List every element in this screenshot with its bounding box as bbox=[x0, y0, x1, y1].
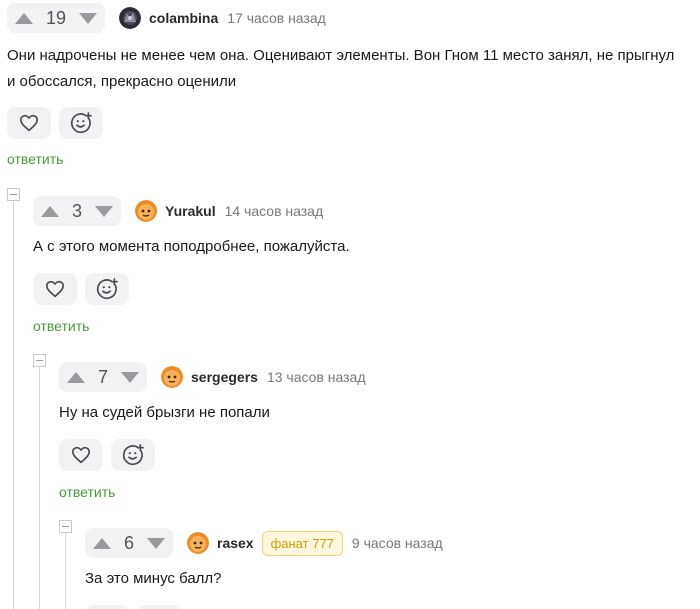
author-name[interactable]: Yurakul bbox=[165, 203, 216, 219]
vote-count: 6 bbox=[123, 532, 134, 553]
collapse-branch-button[interactable] bbox=[33, 354, 46, 367]
avatar[interactable] bbox=[119, 7, 141, 29]
heart-icon bbox=[20, 114, 38, 132]
comment-actions bbox=[7, 107, 103, 139]
like-button[interactable] bbox=[33, 273, 77, 305]
vote-count: 3 bbox=[71, 200, 82, 221]
avatar[interactable] bbox=[187, 532, 209, 554]
vote-widget: 7 bbox=[59, 362, 147, 392]
minus-box-icon bbox=[10, 194, 17, 195]
like-button[interactable] bbox=[59, 439, 103, 471]
emoji-add-icon bbox=[122, 444, 144, 466]
minus-box-icon bbox=[36, 360, 43, 361]
triangle-up-icon[interactable] bbox=[15, 12, 33, 24]
vote-count: 19 bbox=[45, 7, 67, 28]
comment-text-line: За это минус балл? bbox=[85, 570, 222, 587]
timestamp[interactable]: 9 часов назад bbox=[352, 535, 443, 551]
comment-actions bbox=[85, 605, 181, 609]
triangle-down-icon[interactable] bbox=[147, 537, 165, 549]
thread-line bbox=[13, 201, 14, 609]
collapse-branch-button[interactable] bbox=[7, 188, 20, 201]
comment-actions bbox=[33, 273, 129, 305]
comment-text-line: и обоссался, прекрасно оценили bbox=[7, 73, 237, 90]
emoji-add-icon bbox=[96, 278, 118, 300]
timestamp[interactable]: 13 часов назад bbox=[267, 369, 366, 385]
vote-widget: 3 bbox=[33, 196, 121, 226]
vote-widget: 6 bbox=[85, 528, 173, 558]
vote-count: 7 bbox=[97, 366, 108, 387]
triangle-up-icon[interactable] bbox=[67, 371, 85, 383]
comment-text-line: Ну на судей брызги не попали bbox=[59, 404, 270, 421]
triangle-down-icon[interactable] bbox=[121, 371, 139, 383]
triangle-up-icon[interactable] bbox=[41, 205, 59, 217]
timestamp[interactable]: 14 часов назад bbox=[225, 203, 324, 219]
triangle-down-icon[interactable] bbox=[95, 205, 113, 217]
reply-link[interactable]: ответить bbox=[7, 151, 63, 167]
author-name[interactable]: sergegers bbox=[191, 369, 258, 385]
avatar[interactable] bbox=[135, 200, 157, 222]
reply-link[interactable]: ответить bbox=[33, 318, 89, 334]
comment-text: За это минус балл? bbox=[85, 566, 222, 592]
comment-actions bbox=[59, 439, 155, 471]
like-button[interactable] bbox=[7, 107, 51, 139]
timestamp[interactable]: 17 часов назад bbox=[227, 10, 326, 26]
add-reaction-button[interactable] bbox=[85, 273, 129, 305]
emoji-add-icon bbox=[70, 112, 92, 134]
comment-text: Ну на судей брызги не попали bbox=[59, 400, 270, 426]
collapse-branch-button[interactable] bbox=[59, 520, 72, 533]
comment-text: А с этого момента поподробнее, пожалуйст… bbox=[33, 234, 350, 260]
minus-box-icon bbox=[62, 526, 69, 527]
comment-text-line: А с этого момента поподробнее, пожалуйст… bbox=[33, 238, 350, 255]
vote-widget: 19 bbox=[7, 3, 105, 33]
author-name[interactable]: colambina bbox=[149, 10, 218, 26]
thread-line bbox=[39, 367, 40, 609]
avatar[interactable] bbox=[161, 366, 183, 388]
triangle-up-icon[interactable] bbox=[93, 537, 111, 549]
fan-badge[interactable]: фанат 777 bbox=[261, 530, 343, 556]
heart-icon bbox=[45, 280, 64, 298]
add-reaction-button[interactable] bbox=[111, 439, 155, 471]
thread-line bbox=[65, 533, 66, 609]
like-button[interactable] bbox=[85, 605, 129, 609]
comment-text: Они надрочены не менее чем она. Оцениваю… bbox=[7, 43, 674, 95]
add-reaction-button[interactable] bbox=[59, 107, 103, 139]
heart-icon bbox=[72, 446, 90, 464]
add-reaction-button[interactable] bbox=[137, 605, 181, 609]
comment-text-line: Они надрочены не менее чем она. Оцениваю… bbox=[7, 47, 675, 64]
reply-link[interactable]: ответить bbox=[59, 484, 115, 500]
triangle-down-icon[interactable] bbox=[79, 12, 97, 24]
author-name[interactable]: rasex bbox=[217, 535, 254, 551]
